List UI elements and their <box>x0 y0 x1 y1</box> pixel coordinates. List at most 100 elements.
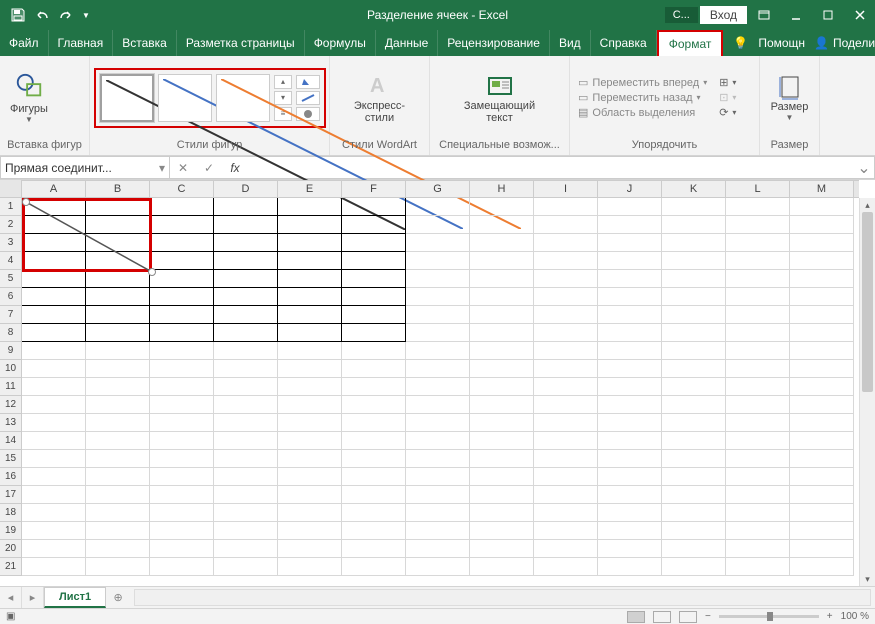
column-header[interactable]: E <box>278 181 342 197</box>
cell[interactable] <box>150 252 214 270</box>
cell[interactable] <box>726 324 790 342</box>
cell[interactable] <box>534 270 598 288</box>
cell[interactable] <box>790 486 854 504</box>
cell[interactable] <box>278 252 342 270</box>
redo-icon[interactable] <box>58 7 74 23</box>
cell[interactable] <box>278 450 342 468</box>
cell[interactable] <box>470 270 534 288</box>
cell[interactable] <box>662 360 726 378</box>
tab-справка[interactable]: Справка <box>591 30 657 56</box>
cell[interactable] <box>726 522 790 540</box>
cell[interactable] <box>598 378 662 396</box>
cell[interactable] <box>790 396 854 414</box>
cell[interactable] <box>406 378 470 396</box>
horizontal-scrollbar[interactable] <box>134 589 871 606</box>
cell[interactable] <box>86 342 150 360</box>
cell[interactable] <box>662 270 726 288</box>
column-header[interactable]: L <box>726 181 790 197</box>
cell[interactable] <box>214 450 278 468</box>
cell[interactable] <box>470 378 534 396</box>
cell[interactable] <box>598 558 662 576</box>
style-thumb-3[interactable] <box>216 74 270 122</box>
cell[interactable] <box>726 288 790 306</box>
cell[interactable] <box>726 234 790 252</box>
cell[interactable] <box>150 378 214 396</box>
cell[interactable] <box>22 558 86 576</box>
zoom-in-icon[interactable]: + <box>827 611 833 622</box>
cell[interactable] <box>662 486 726 504</box>
cell[interactable] <box>470 252 534 270</box>
cell[interactable] <box>22 396 86 414</box>
cell[interactable] <box>22 486 86 504</box>
cell[interactable] <box>22 324 86 342</box>
cell[interactable] <box>214 324 278 342</box>
cell[interactable] <box>598 306 662 324</box>
save-icon[interactable] <box>10 7 26 23</box>
cell[interactable] <box>470 486 534 504</box>
cell[interactable] <box>470 432 534 450</box>
cell[interactable] <box>86 486 150 504</box>
cell[interactable] <box>726 378 790 396</box>
row-header[interactable]: 14 <box>0 432 22 450</box>
cell[interactable] <box>598 504 662 522</box>
tab-вставка[interactable]: Вставка <box>113 30 177 56</box>
cell[interactable] <box>790 432 854 450</box>
send-backward-button[interactable]: ▭Переместить назад▾ <box>578 91 707 104</box>
cell[interactable] <box>214 252 278 270</box>
cell[interactable] <box>470 414 534 432</box>
record-macro-icon[interactable]: ▣ <box>6 611 15 622</box>
cell[interactable] <box>150 288 214 306</box>
cell[interactable] <box>22 540 86 558</box>
cell[interactable] <box>22 414 86 432</box>
help-label[interactable]: Помощн <box>758 36 805 50</box>
cell[interactable] <box>22 450 86 468</box>
row-header[interactable]: 3 <box>0 234 22 252</box>
cell[interactable] <box>470 396 534 414</box>
cell[interactable] <box>534 432 598 450</box>
cell[interactable] <box>470 198 534 216</box>
cell[interactable] <box>278 378 342 396</box>
cell[interactable] <box>662 396 726 414</box>
row-header[interactable]: 11 <box>0 378 22 396</box>
cell[interactable] <box>22 468 86 486</box>
cell[interactable] <box>470 360 534 378</box>
column-header[interactable]: A <box>22 181 86 197</box>
cell[interactable] <box>342 540 406 558</box>
cell[interactable] <box>470 450 534 468</box>
cell[interactable] <box>278 522 342 540</box>
cell[interactable] <box>278 414 342 432</box>
cell[interactable] <box>406 486 470 504</box>
cell[interactable] <box>342 234 406 252</box>
cell[interactable] <box>214 288 278 306</box>
cell[interactable] <box>598 360 662 378</box>
cell[interactable] <box>278 198 342 216</box>
cell[interactable] <box>790 288 854 306</box>
cell[interactable] <box>150 360 214 378</box>
cell[interactable] <box>726 360 790 378</box>
cell[interactable] <box>278 540 342 558</box>
cell[interactable] <box>406 396 470 414</box>
cell[interactable] <box>342 450 406 468</box>
cell[interactable] <box>86 306 150 324</box>
cell[interactable] <box>150 306 214 324</box>
cell[interactable] <box>598 324 662 342</box>
sheet-nav-next-icon[interactable]: ▸ <box>22 587 44 608</box>
shapes-button[interactable]: Фигуры ▼ <box>4 69 54 126</box>
cell[interactable] <box>662 450 726 468</box>
cell[interactable] <box>150 432 214 450</box>
cell[interactable] <box>22 306 86 324</box>
cell[interactable] <box>534 234 598 252</box>
cell[interactable] <box>534 306 598 324</box>
select-all-button[interactable] <box>0 180 22 198</box>
cell[interactable] <box>406 414 470 432</box>
cell[interactable] <box>86 558 150 576</box>
ribbon-options-icon[interactable] <box>749 0 779 30</box>
cell[interactable] <box>598 414 662 432</box>
cell[interactable] <box>278 288 342 306</box>
cell[interactable] <box>406 306 470 324</box>
cell[interactable] <box>406 432 470 450</box>
column-header[interactable]: B <box>86 181 150 197</box>
cell[interactable] <box>534 342 598 360</box>
page-break-view-icon[interactable] <box>679 611 697 623</box>
row-header[interactable]: 8 <box>0 324 22 342</box>
